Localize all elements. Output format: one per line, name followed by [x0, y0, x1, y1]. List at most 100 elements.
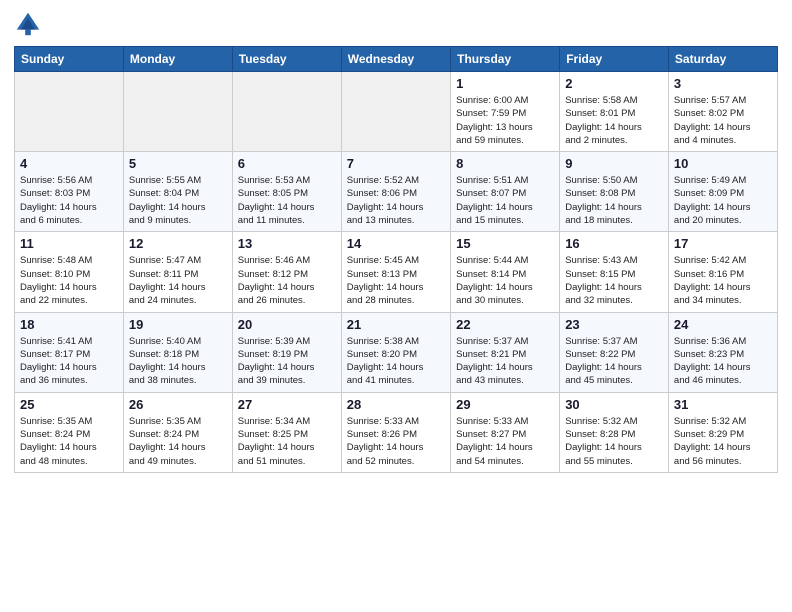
weekday-header-tuesday: Tuesday [232, 47, 341, 72]
day-info: Sunrise: 5:50 AM Sunset: 8:08 PM Dayligh… [565, 174, 663, 227]
day-number: 20 [238, 317, 336, 332]
day-number: 6 [238, 156, 336, 171]
day-number: 4 [20, 156, 118, 171]
day-info: Sunrise: 5:35 AM Sunset: 8:24 PM Dayligh… [129, 415, 227, 468]
calendar-cell: 25 Sunrise: 5:35 AM Sunset: 8:24 PM Dayli… [15, 392, 124, 472]
calendar-cell: 1Sunrise: 6:00 AM Sunset: 7:59 PM Daylig… [451, 72, 560, 152]
day-number: 21 [347, 317, 445, 332]
calendar-week-4: 18 Sunrise: 5:41 AM Sunset: 8:17 PM Dayli… [15, 312, 778, 392]
calendar-cell: 11 Sunrise: 5:48 AM Sunset: 8:10 PM Dayli… [15, 232, 124, 312]
day-info: Sunrise: 5:37 AM Sunset: 8:21 PM Dayligh… [456, 335, 554, 388]
weekday-header-sunday: Sunday [15, 47, 124, 72]
calendar-week-1: 1Sunrise: 6:00 AM Sunset: 7:59 PM Daylig… [15, 72, 778, 152]
day-number: 2 [565, 76, 663, 91]
calendar-cell: 19 Sunrise: 5:40 AM Sunset: 8:18 PM Dayli… [123, 312, 232, 392]
day-number: 11 [20, 236, 118, 251]
day-number: 25 [20, 397, 118, 412]
day-number: 3 [674, 76, 772, 91]
day-number: 5 [129, 156, 227, 171]
calendar-week-2: 4 Sunrise: 5:56 AM Sunset: 8:03 PM Daylig… [15, 152, 778, 232]
logo-icon [14, 10, 42, 38]
day-info: Sunrise: 5:42 AM Sunset: 8:16 PM Dayligh… [674, 254, 772, 307]
calendar-cell: 9 Sunrise: 5:50 AM Sunset: 8:08 PM Daylig… [560, 152, 669, 232]
weekday-header-monday: Monday [123, 47, 232, 72]
day-number: 27 [238, 397, 336, 412]
day-info: Sunrise: 5:52 AM Sunset: 8:06 PM Dayligh… [347, 174, 445, 227]
day-number: 7 [347, 156, 445, 171]
page: SundayMondayTuesdayWednesdayThursdayFrid… [0, 0, 792, 487]
logo [14, 10, 46, 38]
day-info: Sunrise: 5:43 AM Sunset: 8:15 PM Dayligh… [565, 254, 663, 307]
day-info: Sunrise: 5:32 AM Sunset: 8:29 PM Dayligh… [674, 415, 772, 468]
day-info: Sunrise: 5:32 AM Sunset: 8:28 PM Dayligh… [565, 415, 663, 468]
weekday-header-thursday: Thursday [451, 47, 560, 72]
calendar-cell: 30 Sunrise: 5:32 AM Sunset: 8:28 PM Dayli… [560, 392, 669, 472]
header [14, 10, 778, 38]
day-info: Sunrise: 5:55 AM Sunset: 8:04 PM Dayligh… [129, 174, 227, 227]
calendar-cell: 26 Sunrise: 5:35 AM Sunset: 8:24 PM Dayli… [123, 392, 232, 472]
calendar-cell: 8 Sunrise: 5:51 AM Sunset: 8:07 PM Daylig… [451, 152, 560, 232]
calendar-cell [341, 72, 450, 152]
day-info: Sunrise: 5:38 AM Sunset: 8:20 PM Dayligh… [347, 335, 445, 388]
day-number: 23 [565, 317, 663, 332]
calendar-cell [232, 72, 341, 152]
calendar-cell: 14Sunrise: 5:45 AM Sunset: 8:13 PM Dayli… [341, 232, 450, 312]
calendar-cell: 6 Sunrise: 5:53 AM Sunset: 8:05 PM Daylig… [232, 152, 341, 232]
weekday-header-friday: Friday [560, 47, 669, 72]
day-info: Sunrise: 5:41 AM Sunset: 8:17 PM Dayligh… [20, 335, 118, 388]
day-info: Sunrise: 5:39 AM Sunset: 8:19 PM Dayligh… [238, 335, 336, 388]
day-info: Sunrise: 5:33 AM Sunset: 8:26 PM Dayligh… [347, 415, 445, 468]
day-info: Sunrise: 5:53 AM Sunset: 8:05 PM Dayligh… [238, 174, 336, 227]
calendar-week-5: 25 Sunrise: 5:35 AM Sunset: 8:24 PM Dayli… [15, 392, 778, 472]
day-number: 8 [456, 156, 554, 171]
day-info: Sunrise: 5:47 AM Sunset: 8:11 PM Dayligh… [129, 254, 227, 307]
day-number: 30 [565, 397, 663, 412]
calendar-cell: 15Sunrise: 5:44 AM Sunset: 8:14 PM Dayli… [451, 232, 560, 312]
day-number: 19 [129, 317, 227, 332]
calendar-cell: 5 Sunrise: 5:55 AM Sunset: 8:04 PM Daylig… [123, 152, 232, 232]
calendar-cell [15, 72, 124, 152]
day-info: Sunrise: 5:57 AM Sunset: 8:02 PM Dayligh… [674, 94, 772, 147]
day-info: Sunrise: 5:35 AM Sunset: 8:24 PM Dayligh… [20, 415, 118, 468]
day-number: 10 [674, 156, 772, 171]
day-info: Sunrise: 5:48 AM Sunset: 8:10 PM Dayligh… [20, 254, 118, 307]
day-info: Sunrise: 5:34 AM Sunset: 8:25 PM Dayligh… [238, 415, 336, 468]
weekday-header-saturday: Saturday [668, 47, 777, 72]
day-info: Sunrise: 5:49 AM Sunset: 8:09 PM Dayligh… [674, 174, 772, 227]
day-number: 29 [456, 397, 554, 412]
day-info: Sunrise: 5:40 AM Sunset: 8:18 PM Dayligh… [129, 335, 227, 388]
calendar-cell: 28Sunrise: 5:33 AM Sunset: 8:26 PM Dayli… [341, 392, 450, 472]
calendar-cell: 7 Sunrise: 5:52 AM Sunset: 8:06 PM Daylig… [341, 152, 450, 232]
day-number: 1 [456, 76, 554, 91]
day-number: 9 [565, 156, 663, 171]
calendar-cell: 13 Sunrise: 5:46 AM Sunset: 8:12 PM Dayli… [232, 232, 341, 312]
calendar-cell: 23 Sunrise: 5:37 AM Sunset: 8:22 PM Dayli… [560, 312, 669, 392]
day-info: Sunrise: 5:51 AM Sunset: 8:07 PM Dayligh… [456, 174, 554, 227]
weekday-header-row: SundayMondayTuesdayWednesdayThursdayFrid… [15, 47, 778, 72]
calendar-cell: 4 Sunrise: 5:56 AM Sunset: 8:03 PM Daylig… [15, 152, 124, 232]
calendar-cell: 2Sunrise: 5:58 AM Sunset: 8:01 PM Daylig… [560, 72, 669, 152]
calendar-cell: 3 Sunrise: 5:57 AM Sunset: 8:02 PM Daylig… [668, 72, 777, 152]
day-info: Sunrise: 5:37 AM Sunset: 8:22 PM Dayligh… [565, 335, 663, 388]
calendar-cell: 17Sunrise: 5:42 AM Sunset: 8:16 PM Dayli… [668, 232, 777, 312]
calendar-cell: 16 Sunrise: 5:43 AM Sunset: 8:15 PM Dayli… [560, 232, 669, 312]
day-info: Sunrise: 5:36 AM Sunset: 8:23 PM Dayligh… [674, 335, 772, 388]
day-number: 22 [456, 317, 554, 332]
calendar-cell: 22 Sunrise: 5:37 AM Sunset: 8:21 PM Dayli… [451, 312, 560, 392]
day-info: Sunrise: 5:46 AM Sunset: 8:12 PM Dayligh… [238, 254, 336, 307]
day-number: 14 [347, 236, 445, 251]
day-info: Sunrise: 5:33 AM Sunset: 8:27 PM Dayligh… [456, 415, 554, 468]
day-number: 16 [565, 236, 663, 251]
calendar-cell [123, 72, 232, 152]
calendar-cell: 31Sunrise: 5:32 AM Sunset: 8:29 PM Dayli… [668, 392, 777, 472]
calendar-cell: 24Sunrise: 5:36 AM Sunset: 8:23 PM Dayli… [668, 312, 777, 392]
calendar-cell: 10 Sunrise: 5:49 AM Sunset: 8:09 PM Dayli… [668, 152, 777, 232]
day-number: 12 [129, 236, 227, 251]
day-number: 13 [238, 236, 336, 251]
day-info: Sunrise: 5:56 AM Sunset: 8:03 PM Dayligh… [20, 174, 118, 227]
day-number: 26 [129, 397, 227, 412]
calendar-cell: 29 Sunrise: 5:33 AM Sunset: 8:27 PM Dayli… [451, 392, 560, 472]
calendar-cell: 18 Sunrise: 5:41 AM Sunset: 8:17 PM Dayli… [15, 312, 124, 392]
day-number: 18 [20, 317, 118, 332]
calendar-cell: 20 Sunrise: 5:39 AM Sunset: 8:19 PM Dayli… [232, 312, 341, 392]
